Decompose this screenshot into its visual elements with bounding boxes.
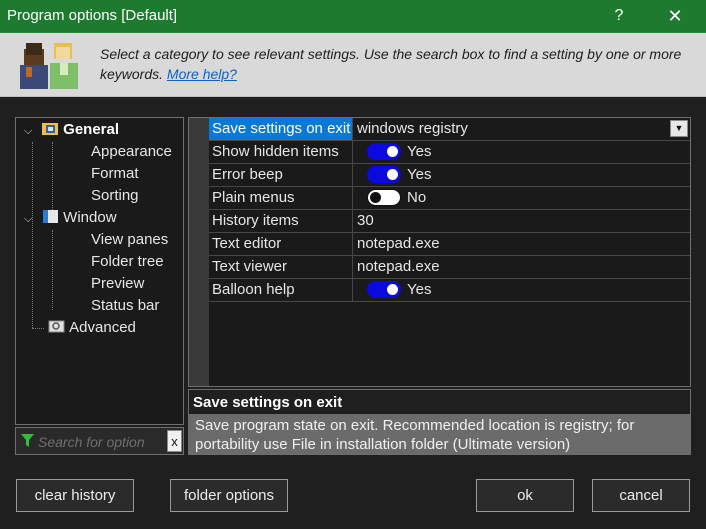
dropdown-value: windows registry bbox=[357, 120, 468, 137]
property-row-text-viewer[interactable]: Text viewer notepad.exe bbox=[209, 256, 690, 279]
tree-label: Folder tree bbox=[91, 253, 164, 270]
description-panel: Save settings on exit Save program state… bbox=[188, 389, 691, 455]
toggle-switch[interactable] bbox=[367, 166, 401, 183]
property-grid: Save settings on exit windows registry ▼… bbox=[188, 117, 691, 387]
grid-gutter bbox=[189, 118, 209, 386]
tree-item-window[interactable]: ⌵ Window bbox=[24, 207, 117, 229]
tree-label: Window bbox=[63, 209, 117, 226]
header-band: Select a category to see relevant settin… bbox=[0, 33, 706, 97]
property-value[interactable]: 30 bbox=[354, 210, 690, 232]
tree-item-view-panes[interactable]: View panes bbox=[91, 229, 168, 251]
help-button[interactable]: ? bbox=[608, 3, 630, 29]
tree-item-folder-tree[interactable]: Folder tree bbox=[91, 251, 164, 273]
property-row-plain-menus[interactable]: Plain menus No bbox=[209, 187, 690, 210]
chevron-down-icon[interactable]: ⌵ bbox=[24, 208, 38, 230]
window-title: Program options [Default] bbox=[7, 7, 178, 24]
property-name: Show hidden items bbox=[209, 141, 353, 163]
property-name: Balloon help bbox=[209, 279, 353, 301]
tree-item-format[interactable]: Format bbox=[91, 163, 139, 185]
tree-label: Advanced bbox=[69, 319, 136, 336]
filter-icon bbox=[21, 434, 34, 447]
property-name: History items bbox=[209, 210, 353, 232]
tree-label: Format bbox=[91, 165, 139, 182]
header-info: Select a category to see relevant settin… bbox=[100, 44, 700, 84]
property-row-history-items[interactable]: History items 30 bbox=[209, 210, 690, 233]
property-name: Text editor bbox=[209, 233, 353, 255]
title-bar: Program options [Default] ? ✕ bbox=[0, 0, 706, 33]
property-value[interactable]: Yes bbox=[354, 141, 690, 163]
tree-label: Status bar bbox=[91, 297, 160, 314]
tree-item-preview[interactable]: Preview bbox=[91, 273, 144, 295]
cancel-button[interactable]: cancel bbox=[592, 479, 690, 512]
advanced-icon bbox=[48, 320, 65, 333]
toggle-label: No bbox=[407, 189, 427, 206]
window-icon bbox=[43, 210, 59, 223]
tree-label: Preview bbox=[91, 275, 145, 292]
tree-label: View panes bbox=[91, 231, 169, 248]
clear-search-button[interactable]: x bbox=[167, 430, 182, 452]
description-title: Save settings on exit bbox=[193, 394, 343, 411]
tree-item-advanced[interactable]: Advanced bbox=[38, 317, 136, 339]
search-box: x bbox=[15, 427, 184, 455]
property-name: Error beep bbox=[209, 164, 353, 186]
property-row-text-editor[interactable]: Text editor notepad.exe bbox=[209, 233, 690, 256]
toggle-label: Yes bbox=[407, 143, 432, 160]
property-value[interactable]: notepad.exe bbox=[354, 233, 690, 255]
tree-connector bbox=[52, 230, 53, 310]
property-row-error-beep[interactable]: Error beep Yes bbox=[209, 164, 690, 187]
toggle-switch[interactable] bbox=[367, 281, 401, 298]
property-value[interactable]: Yes bbox=[354, 164, 690, 186]
general-folder-icon bbox=[42, 123, 59, 135]
dropdown-arrow-icon[interactable]: ▼ bbox=[670, 120, 688, 137]
toggle-switch[interactable] bbox=[367, 143, 401, 160]
category-tree[interactable]: ⌵ General Appearance Format Sorting ⌵ Wi… bbox=[15, 117, 184, 425]
property-name: Plain menus bbox=[209, 187, 353, 209]
property-row-save-settings[interactable]: Save settings on exit windows registry ▼ bbox=[209, 118, 690, 141]
clear-history-button[interactable]: clear history bbox=[16, 479, 134, 512]
toggle-switch[interactable] bbox=[367, 189, 401, 206]
property-row-show-hidden[interactable]: Show hidden items Yes bbox=[209, 141, 690, 164]
property-value[interactable]: No bbox=[354, 187, 690, 209]
chevron-down-icon[interactable]: ⌵ bbox=[24, 120, 38, 142]
property-name: Save settings on exit bbox=[209, 118, 353, 140]
tree-label: Appearance bbox=[91, 143, 172, 160]
more-help-link[interactable]: More help? bbox=[167, 66, 237, 82]
description-body: Save program state on exit. Recommended … bbox=[189, 414, 690, 454]
property-value[interactable]: Yes bbox=[354, 279, 690, 301]
toggle-label: Yes bbox=[407, 281, 432, 298]
folder-options-button[interactable]: folder options bbox=[170, 479, 288, 512]
property-row-balloon-help[interactable]: Balloon help Yes bbox=[209, 279, 690, 302]
tree-item-general[interactable]: ⌵ General bbox=[24, 119, 119, 141]
ok-button[interactable]: ok bbox=[476, 479, 574, 512]
tree-label: Sorting bbox=[91, 187, 139, 204]
tree-item-status-bar[interactable]: Status bar bbox=[91, 295, 159, 317]
search-input[interactable] bbox=[38, 432, 164, 452]
tree-item-appearance[interactable]: Appearance bbox=[91, 141, 172, 163]
property-value-dropdown[interactable]: windows registry ▼ bbox=[354, 118, 690, 140]
tree-item-sorting[interactable]: Sorting bbox=[91, 185, 139, 207]
property-value[interactable]: notepad.exe bbox=[354, 256, 690, 278]
tree-connector bbox=[32, 142, 33, 328]
property-name: Text viewer bbox=[209, 256, 353, 278]
close-button[interactable]: ✕ bbox=[663, 3, 687, 29]
users-icon bbox=[20, 43, 78, 89]
tree-label: General bbox=[63, 121, 120, 138]
toggle-label: Yes bbox=[407, 166, 432, 183]
